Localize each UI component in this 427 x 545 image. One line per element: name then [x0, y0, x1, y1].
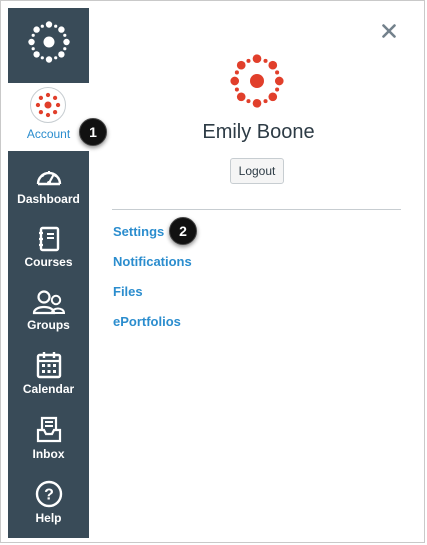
courses-icon — [38, 226, 59, 252]
global-nav-sidebar: Account Dashboard Courses Groups Calenda… — [8, 8, 89, 538]
canvas-logo[interactable] — [8, 8, 89, 76]
help-icon: ? — [35, 480, 62, 508]
settings-link[interactable]: Settings — [113, 224, 164, 239]
files-link[interactable]: Files — [113, 284, 143, 299]
calendar-icon — [36, 352, 61, 379]
nav-label-courses: Courses — [24, 255, 73, 269]
nav-label-groups: Groups — [27, 318, 70, 332]
groups-icon — [32, 290, 65, 315]
nav-item-courses[interactable]: Courses — [8, 226, 89, 288]
screenshot-frame: Account Dashboard Courses Groups Calenda… — [0, 0, 425, 543]
close-button[interactable] — [379, 21, 399, 41]
svg-text:?: ? — [44, 487, 54, 504]
nav-item-help[interactable]: ? Help — [8, 480, 89, 542]
inbox-icon — [36, 416, 61, 443]
account-label: Account — [26, 127, 71, 141]
user-name: Emily Boone — [202, 121, 315, 143]
profile-avatar-icon — [230, 54, 284, 108]
logout-button[interactable]: Logout — [230, 158, 284, 184]
nav-item-account[interactable]: Account — [8, 83, 89, 151]
nav-label-dashboard: Dashboard — [17, 192, 80, 206]
nav-item-dashboard[interactable]: Dashboard — [8, 163, 89, 225]
eportfolios-link[interactable]: ePortfolios — [113, 314, 181, 329]
user-avatar-icon — [35, 92, 61, 118]
notifications-link[interactable]: Notifications — [113, 254, 192, 269]
nav-label-inbox: Inbox — [32, 447, 65, 461]
callout-2: 2 — [169, 217, 197, 245]
nav-label-help: Help — [35, 511, 62, 525]
nav-item-groups[interactable]: Groups — [8, 289, 89, 351]
tray-divider — [112, 209, 401, 210]
canvas-logo-icon — [27, 21, 70, 63]
nav-item-calendar[interactable]: Calendar — [8, 351, 89, 413]
nav-item-inbox[interactable]: Inbox — [8, 416, 89, 478]
close-icon — [382, 24, 396, 38]
nav-label-calendar: Calendar — [22, 382, 75, 396]
account-avatar — [30, 87, 66, 123]
dashboard-icon — [36, 171, 61, 186]
callout-1: 1 — [79, 118, 107, 146]
